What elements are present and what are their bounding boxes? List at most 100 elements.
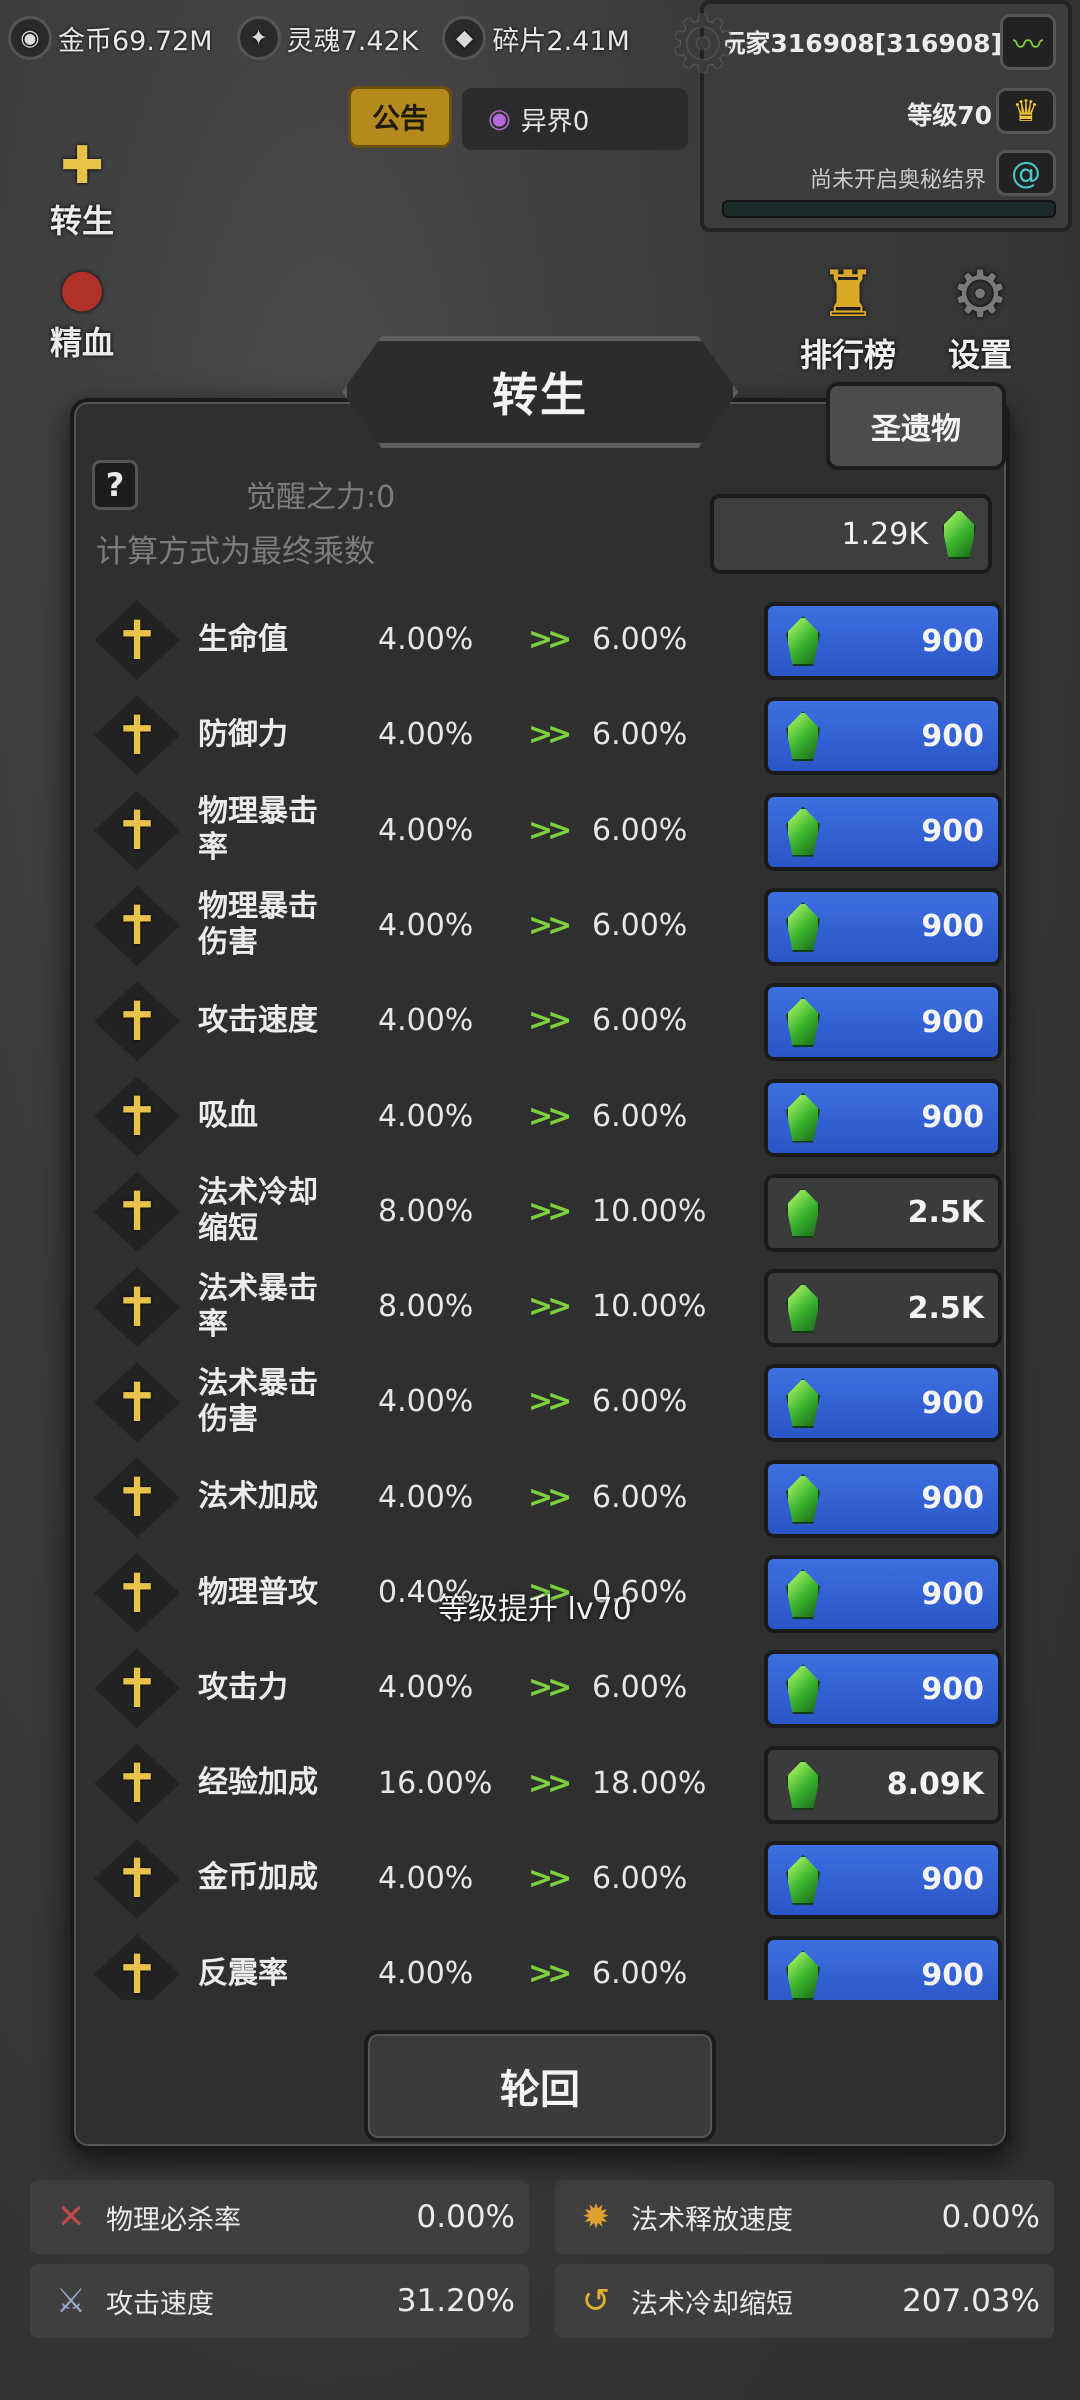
green-crystal-icon — [786, 1187, 820, 1238]
upgrade-cost-button[interactable]: 2.5K — [764, 1173, 1002, 1252]
holy-cross-icon: ✝ — [94, 981, 180, 1062]
green-crystal-icon — [786, 616, 820, 666]
stat-value: 0.00% — [416, 2199, 515, 2235]
green-crystal-icon — [786, 1283, 820, 1334]
settings-label: 设置 — [948, 336, 1013, 374]
stat-spell-cast-speed: ✹ 法术释放速度 0.00% — [555, 2180, 1054, 2254]
gold-amount: 金币69.72M — [58, 25, 213, 57]
secret-progress-bar — [722, 200, 1056, 218]
upgrade-cost-button[interactable]: 2.5K — [764, 1269, 1002, 1348]
reincarnate-button[interactable]: 轮回 — [364, 2030, 716, 2142]
holy-cross-icon: ✝ — [94, 1553, 180, 1633]
attribute-name: 法术暴击率 — [198, 1270, 318, 1342]
rebirth-attribute-list[interactable]: ✝ 生命值 4.00% >> 6.00% 900 ✝ 防御力 4.00% >> 6.00% 900 ✝ 物… — [70, 592, 1010, 2000]
double-chevron-right-icon: >> — [528, 1193, 572, 1229]
gear-icon: ⚙ — [668, 0, 738, 90]
cross-icon: ✚ — [60, 136, 104, 196]
trophy-icon: ♜ — [819, 258, 877, 332]
upgrade-cost-button[interactable]: 900 — [764, 1555, 1002, 1633]
double-chevron-right-icon: >> — [528, 1289, 572, 1325]
attribute-row: ✝ 物理暴击伤害 4.00% >> 6.00% 900 — [70, 878, 1010, 973]
help-button[interactable]: ? — [92, 460, 138, 510]
attribute-next-value: 6.00% — [592, 1956, 688, 1992]
notice-button[interactable]: 公告 — [348, 86, 452, 148]
leaf-icon: 〰 — [1013, 28, 1043, 63]
green-crystal-icon — [786, 1092, 820, 1143]
upgrade-cost-button[interactable]: 900 — [764, 792, 1002, 871]
relic-button[interactable]: 圣遗物 — [826, 382, 1006, 470]
otherworld-button[interactable]: ◉ 异界0 — [462, 88, 688, 150]
stat-row: ⚔ 攻击速度 31.20% ↺ 法术冷却缩短 207.03% — [30, 2264, 1054, 2338]
upgrade-cost-button[interactable]: 900 — [764, 602, 1002, 680]
attribute-current-value: 4.00% — [378, 1860, 474, 1896]
upgrade-cost-button[interactable]: 8.09K — [764, 1745, 1002, 1824]
attribute-next-value: 10.00% — [592, 1289, 707, 1325]
upgrade-cost-value: 900 — [921, 1004, 984, 1040]
stat-label: 攻击速度 — [106, 2288, 214, 2320]
attribute-name: 法术冷却缩短 — [198, 1175, 318, 1247]
calc-note: 计算方式为最终乘数 — [96, 534, 375, 570]
attribute-current-value: 4.00% — [378, 812, 474, 848]
upgrade-cost-button[interactable]: 900 — [764, 697, 1002, 776]
attribute-current-value: 4.00% — [378, 1098, 474, 1134]
settings-gear-icon: ⚙ — [951, 258, 1009, 332]
upgrade-cost-button[interactable]: 900 — [764, 1364, 1002, 1443]
attribute-next-value: 6.00% — [592, 1098, 688, 1134]
attribute-current-value: 4.00% — [378, 1670, 474, 1706]
awaken-power: 觉醒之力:0 — [246, 480, 396, 515]
attribute-name: 反震率 — [198, 1955, 288, 1991]
double-chevron-right-icon: >> — [528, 1003, 572, 1039]
double-chevron-right-icon: >> — [528, 907, 572, 943]
spiral-icon: @ — [1011, 155, 1041, 191]
upgrade-cost-value: 900 — [921, 909, 984, 945]
attribute-row: ✝ 金币加成 4.00% >> 6.00% 900 — [70, 1831, 1010, 1926]
upgrade-cost-value: 2.5K — [907, 1290, 984, 1326]
upgrade-cost-value: 900 — [921, 814, 984, 850]
attribute-name: 攻击速度 — [198, 1002, 318, 1038]
upgrade-cost-button[interactable]: 900 — [764, 983, 1002, 1062]
vortex-icon: ◉ — [488, 104, 511, 134]
secret-realm-button[interactable]: @ — [996, 150, 1056, 196]
soul-icon: ✦ — [236, 16, 281, 60]
green-crystal-icon — [786, 806, 820, 857]
green-crystal-icon — [786, 1569, 820, 1619]
attribute-row: ✝ 反震率 4.00% >> 6.00% 900 — [70, 1926, 1010, 2000]
attribute-current-value: 4.00% — [378, 907, 474, 943]
upgrade-cost-button[interactable]: 900 — [764, 1936, 1002, 2000]
fragment-icon: ◆ — [442, 16, 487, 60]
swirl-icon: ↺ — [581, 2281, 611, 2321]
attribute-row: ✝ 法术暴击率 8.00% >> 10.00% 2.5K — [70, 1259, 1010, 1354]
gold-resource: ◉ 金币69.72M — [8, 16, 213, 60]
attribute-next-value: 6.00% — [592, 1384, 688, 1420]
upgrade-cost-button[interactable]: 900 — [764, 1650, 1002, 1729]
holy-cross-icon: ✝ — [94, 1267, 180, 1348]
sword-icon: ⚔ — [55, 2281, 87, 2321]
settings-button[interactable]: ⚙ 设置 — [948, 260, 1012, 376]
ranking-label: 排行榜 — [800, 336, 897, 374]
green-crystal-icon — [786, 1473, 820, 1524]
ranking-button[interactable]: ♜ 排行榜 — [800, 260, 896, 376]
holy-cross-icon: ✝ — [94, 1743, 180, 1824]
attribute-name: 法术暴击伤害 — [198, 1365, 318, 1437]
upgrade-cost-button[interactable]: 900 — [764, 887, 1002, 966]
upgrade-cost-button[interactable]: 900 — [764, 1459, 1002, 1538]
upgrade-cost-value: 900 — [921, 1957, 984, 1993]
vip-crown-button[interactable]: ♛ — [996, 88, 1056, 134]
modal-title-frame: 转生 — [342, 336, 738, 448]
player-info-panel: 玩家316908[316908] 〰 等级70 ♛ 尚未开启奥秘结界 @ — [700, 0, 1072, 232]
upgrade-cost-button[interactable]: 900 — [764, 1078, 1002, 1157]
side-menu-essence[interactable]: ● 精血 — [22, 258, 142, 364]
upgrade-cost-button[interactable]: 900 — [764, 1840, 1002, 1919]
attribute-row: ✝ 法术冷却缩短 8.00% >> 10.00% 2.5K — [70, 1164, 1010, 1259]
upgrade-cost-value: 900 — [921, 1862, 984, 1898]
attribute-row: ✝ 攻击力 4.00% >> 6.00% 900 — [70, 1640, 1010, 1735]
attribute-row: ✝ 防御力 4.00% >> 6.00% 900 — [70, 687, 1010, 782]
attribute-next-value: 6.00% — [592, 1860, 688, 1896]
attribute-current-value: 4.00% — [378, 1384, 474, 1420]
stat-label: 物理必杀率 — [106, 2204, 241, 2236]
attribute-current-value: 4.00% — [378, 1956, 474, 1992]
player-badge-button[interactable]: 〰 — [1000, 14, 1056, 70]
side-menu-rebirth[interactable]: ✚ 转生 — [22, 136, 142, 242]
bottom-stats-panel: ✕ 物理必杀率 0.00% ✹ 法术释放速度 0.00% ⚔ 攻击速度 31.2… — [30, 2180, 1054, 2348]
flame-icon: ✹ — [581, 2197, 611, 2237]
